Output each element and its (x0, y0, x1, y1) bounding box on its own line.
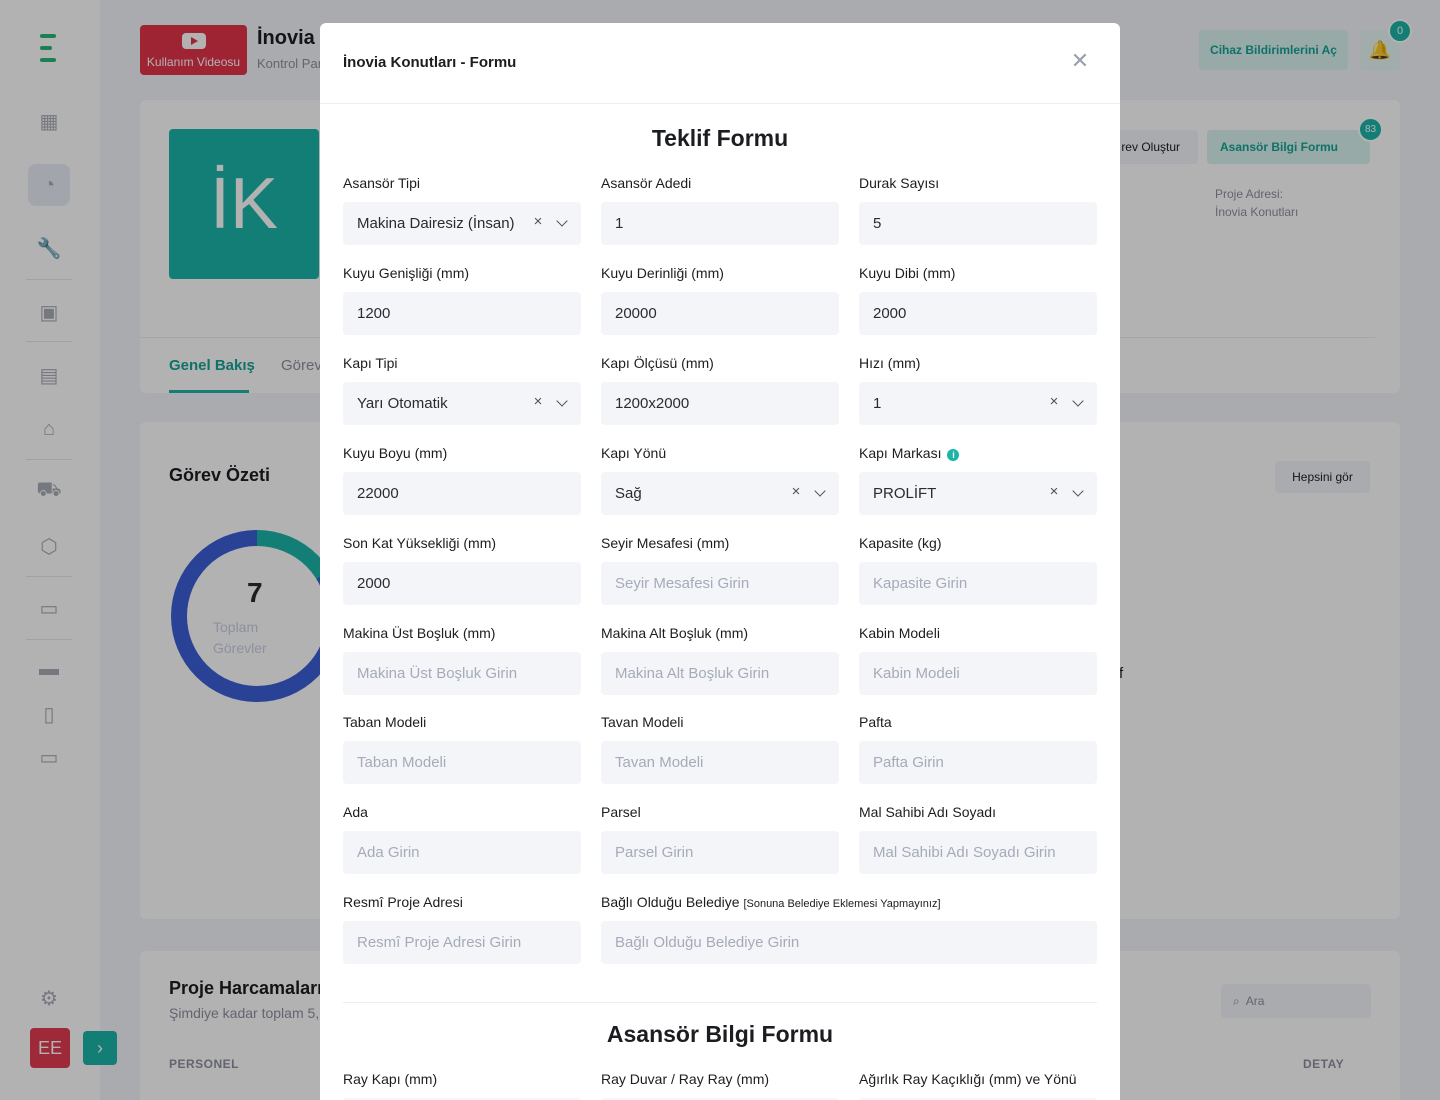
field-kabin-modeli: Kabin Modeli (859, 623, 1097, 695)
mal-sahibi-input[interactable] (873, 844, 1083, 861)
close-icon[interactable]: ✕ (1070, 50, 1090, 72)
durak-sayisi-input[interactable]: 5 (859, 202, 1097, 245)
field-kuyu-derinligi: Kuyu Derinliği (mm) 20000 (601, 263, 839, 335)
modal-header: İnovia Konutları - Formu ✕ (320, 23, 1120, 104)
modal-title: İnovia Konutları - Formu (343, 54, 517, 71)
field-pafta: Pafta (859, 712, 1097, 784)
pafta-input[interactable] (873, 754, 1083, 771)
asansor-tipi-select[interactable]: Makina Dairesiz (İnsan) × (343, 202, 581, 245)
field-resmi-adres: Resmî Proje Adresi (343, 892, 581, 964)
field-seyir-mesafesi: Seyir Mesafesi (mm) (601, 533, 839, 605)
field-asansor-tipi: Asansör Tipi Makina Dairesiz (İnsan) × (343, 173, 581, 245)
field-kuyu-genisligi: Kuyu Genişliği (mm) 1200 (343, 263, 581, 335)
field-agirlik-ray: Ağırlık Ray Kaçıklığı (mm) ve Yönü (859, 1069, 1097, 1100)
total-tasks-count: 7 (247, 577, 263, 608)
kuyu-genisligi-input[interactable]: 1200 (343, 292, 581, 335)
clear-icon[interactable]: × (531, 214, 545, 229)
hizi-select[interactable]: 1 × (859, 382, 1097, 425)
field-taban-modeli: Taban Modeli (343, 712, 581, 784)
offer-form-title: Teklif Formu (651, 125, 789, 151)
field-son-kat: Son Kat Yüksekliği (mm) 2000 (343, 533, 581, 605)
info-icon[interactable]: i (947, 449, 960, 461)
total-tasks-label-2: Görevler (213, 640, 267, 656)
field-makina-ust: Makina Üst Boşluk (mm) (343, 623, 581, 695)
field-durak-sayisi: Durak Sayısı 5 (859, 173, 1097, 245)
field-asansor-adedi: Asansör Adedi 1 (601, 173, 839, 245)
field-kapi-olcusu: Kapı Ölçüsü (mm) 1200x2000 (601, 353, 839, 425)
field-kuyu-dibi: Kuyu Dibi (mm) 2000 (859, 263, 1097, 335)
makina-alt-input[interactable] (615, 665, 825, 682)
kapi-olcusu-input[interactable]: 1200x2000 (601, 382, 839, 425)
clear-icon[interactable]: × (1047, 484, 1061, 499)
field-kapi-tipi: Kapı Tipi Yarı Otomatik × (343, 353, 581, 425)
son-kat-input[interactable]: 2000 (343, 562, 581, 605)
elevator-info-form-title: Asansör Bilgi Formu (606, 1021, 834, 1047)
clear-icon[interactable]: × (531, 394, 545, 409)
parsel-input[interactable] (615, 844, 825, 861)
field-ray-duvar: Ray Duvar / Ray Ray (mm) (601, 1069, 839, 1100)
total-tasks-label: Toplam (213, 619, 259, 635)
field-parsel: Parsel (601, 802, 839, 874)
kabin-modeli-input[interactable] (873, 665, 1083, 682)
tavan-modeli-input[interactable] (615, 754, 825, 771)
field-mal-sahibi: Mal Sahibi Adı Soyadı (859, 802, 1097, 874)
kapasite-input[interactable] (873, 575, 1083, 592)
form-modal: İnovia Konutları - Formu ✕ Teklif Formu … (320, 23, 1120, 1100)
field-kapasite: Kapasite (kg) (859, 533, 1097, 605)
asansor-adedi-input[interactable]: 1 (601, 202, 839, 245)
field-kuyu-boyu: Kuyu Boyu (mm) 22000 (343, 443, 581, 515)
field-kapi-markasi: Kapı Markası i PROLİFT × (859, 443, 1097, 515)
kuyu-derinligi-input[interactable]: 20000 (601, 292, 839, 335)
section-divider (343, 1002, 1097, 1003)
chevron-down-icon[interactable] (557, 217, 567, 227)
kapi-tipi-select[interactable]: Yarı Otomatik × (343, 382, 581, 425)
kuyu-boyu-input[interactable]: 22000 (343, 472, 581, 515)
resmi-adres-input[interactable] (357, 934, 567, 951)
chevron-down-icon[interactable] (815, 487, 825, 497)
belediye-input[interactable] (615, 934, 1083, 951)
field-belediye: Bağlı Olduğu Belediye [Sonuna Belediye E… (601, 892, 1097, 964)
kapi-yonu-select[interactable]: Sağ × (601, 472, 839, 515)
field-ray-kapi: Ray Kapı (mm) (343, 1069, 581, 1100)
kapi-markasi-select[interactable]: PROLİFT × (859, 472, 1097, 515)
field-kapi-yonu: Kapı Yönü Sağ × (601, 443, 839, 515)
field-ada: Ada (343, 802, 581, 874)
field-makina-alt: Makina Alt Boşluk (mm) (601, 623, 839, 695)
clear-icon[interactable]: × (789, 484, 803, 499)
field-hizi: Hızı (mm) 1 × (859, 353, 1097, 425)
chevron-down-icon[interactable] (1073, 397, 1083, 407)
clear-icon[interactable]: × (1047, 394, 1061, 409)
chevron-down-icon[interactable] (1073, 487, 1083, 497)
ada-input[interactable] (357, 844, 567, 861)
chevron-down-icon[interactable] (557, 397, 567, 407)
kuyu-dibi-input[interactable]: 2000 (859, 292, 1097, 335)
taban-modeli-input[interactable] (357, 754, 567, 771)
makina-ust-input[interactable] (357, 665, 567, 682)
field-tavan-modeli: Tavan Modeli (601, 712, 839, 784)
seyir-mesafesi-input[interactable] (615, 575, 825, 592)
